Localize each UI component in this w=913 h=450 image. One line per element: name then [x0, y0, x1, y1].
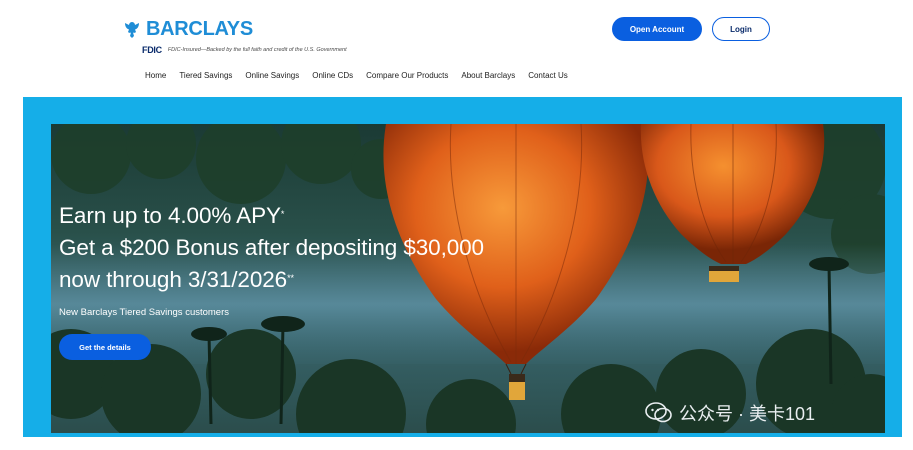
wechat-icon [645, 402, 672, 423]
open-account-button[interactable]: Open Account [612, 17, 702, 41]
headline-line-3: now through 3/31/2026** [59, 267, 294, 292]
main-nav: Home Tiered Savings Online Savings Onlin… [145, 71, 568, 80]
nav-item-about-barclays[interactable]: About Barclays [461, 71, 515, 80]
nav-item-contact-us[interactable]: Contact Us [528, 71, 568, 80]
wechat-watermark: 公众号 · 美卡101 [645, 400, 815, 426]
nav-item-home[interactable]: Home [145, 71, 166, 80]
fdic-notice: FDIC FDIC-Insured—Backed by the full fai… [142, 45, 347, 55]
headline-line-2: Get a $200 Bonus after depositing $30,00… [59, 235, 484, 260]
footnote-mark-1: * [280, 209, 285, 219]
login-button[interactable]: Login [712, 17, 770, 41]
fdic-logo: FDIC [142, 45, 162, 55]
hero-image: Earn up to 4.00% APY* Get a $200 Bonus a… [51, 124, 885, 433]
nav-item-online-cds[interactable]: Online CDs [312, 71, 353, 80]
hero-headline: Earn up to 4.00% APY* Get a $200 Bonus a… [59, 200, 484, 296]
eagle-icon [125, 21, 139, 38]
brand-name: BARCLAYS [146, 18, 253, 40]
footnote-mark-2: ** [287, 273, 294, 283]
nav-item-compare-products[interactable]: Compare Our Products [366, 71, 448, 80]
nav-item-tiered-savings[interactable]: Tiered Savings [179, 71, 232, 80]
watermark-text: 公众号 · 美卡101 [679, 404, 816, 424]
get-the-details-button[interactable]: Get the details [59, 334, 151, 360]
hero-subtext: New Barclays Tiered Savings customers [59, 307, 230, 318]
headline-line-1: Earn up to 4.00% APY* [59, 203, 285, 228]
nav-item-online-savings[interactable]: Online Savings [245, 71, 299, 80]
barclays-logo[interactable]: BARCLAYS [122, 18, 253, 41]
fdic-text: FDIC-Insured—Backed by the full faith an… [167, 47, 347, 53]
